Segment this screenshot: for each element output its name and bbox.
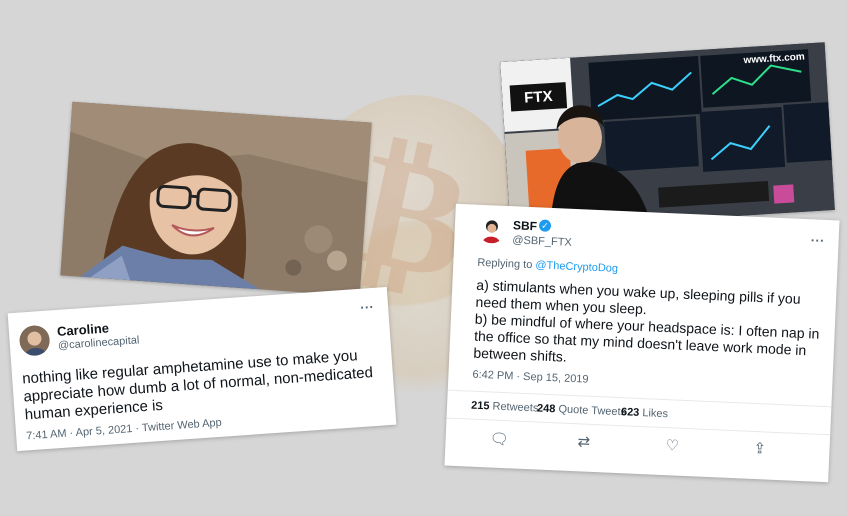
retweet-icon[interactable]: ⇄ [577, 432, 590, 451]
caroline-tweet-card[interactable]: Caroline @carolinecapital ... nothing li… [7, 286, 397, 452]
quote-tweets-label: Quote Tweets [558, 403, 627, 419]
retweets-count: 215 [470, 399, 490, 413]
sbf-tweet-card[interactable]: SBF ✓ @SBF_FTX ... Replying to @TheCrypt… [444, 203, 840, 483]
sbf-tweet-timestamp[interactable]: 6:42 PM · Sep 15, 2019 [472, 369, 589, 386]
more-options-icon[interactable]: ... [360, 296, 375, 312]
retweets-stat[interactable]: 215 Retweets [471, 400, 539, 415]
replying-to-label: Replying to [477, 256, 536, 272]
ftx-logo-text: FTX [523, 87, 554, 107]
sbf-avatar[interactable] [478, 216, 506, 244]
more-options-icon[interactable]: ... [811, 229, 825, 245]
heart-icon[interactable]: ♡ [665, 436, 679, 455]
caroline-photo [60, 101, 372, 297]
replying-to-line: Replying to @TheCryptoDog [477, 257, 618, 275]
caroline-photo-illustration [60, 101, 372, 297]
likes-count: 623 [620, 406, 640, 419]
caroline-tweet-text: nothing like regular amphetamine use to … [21, 347, 374, 424]
sbf-trading-desk-photo: FTX www.ftx.com [500, 42, 835, 230]
quote-tweets-count: 248 [536, 402, 556, 416]
caroline-avatar-image [18, 324, 51, 357]
sbf-photo-illustration [500, 42, 835, 230]
likes-stat[interactable]: 623 Likes [621, 406, 669, 420]
ftx-logo: FTX [509, 82, 568, 112]
share-icon[interactable]: ⇪ [753, 439, 766, 458]
verified-badge-icon: ✓ [538, 219, 552, 232]
sbf-display-name[interactable]: SBF [513, 218, 538, 233]
reply-icon[interactable]: 🗨︎ [489, 429, 509, 448]
likes-label: Likes [642, 407, 669, 421]
quote-tweets-stat[interactable]: 248 Quote Tweets [537, 402, 627, 418]
caroline-avatar[interactable] [18, 324, 51, 357]
replying-to-handle-link[interactable]: @TheCryptoDog [535, 259, 618, 275]
retweets-label: Retweets [492, 400, 539, 415]
sbf-avatar-image [482, 220, 501, 244]
sbf-handle[interactable]: @SBF_FTX [512, 234, 572, 249]
